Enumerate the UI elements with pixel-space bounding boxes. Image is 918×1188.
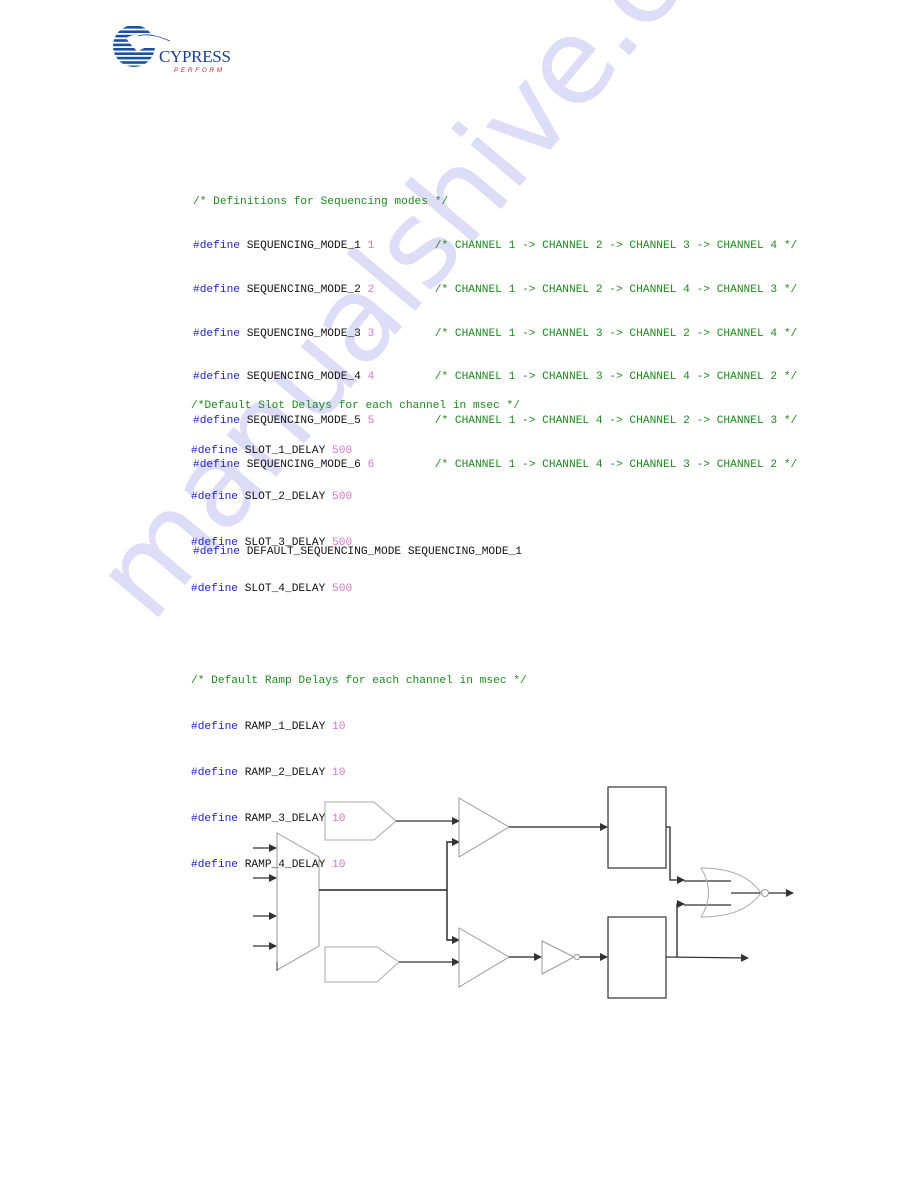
block-diagram [253, 786, 794, 999]
mux-input-arrows [253, 844, 277, 950]
dac-top [324, 801, 397, 841]
dac-bottom [324, 946, 400, 983]
comparator-top [458, 797, 510, 858]
block-bottom [607, 916, 667, 999]
mux-output-bus [319, 838, 460, 944]
block-bottom-output [665, 953, 749, 962]
comparator-bottom [458, 927, 510, 988]
nor-bubble [761, 889, 769, 897]
inverter-bubble [573, 953, 581, 961]
block-top [607, 786, 667, 869]
inverter [541, 940, 576, 975]
block-bottom-to-nor [676, 900, 685, 957]
mux-shape [276, 832, 320, 971]
block-top-to-nor [666, 826, 685, 884]
